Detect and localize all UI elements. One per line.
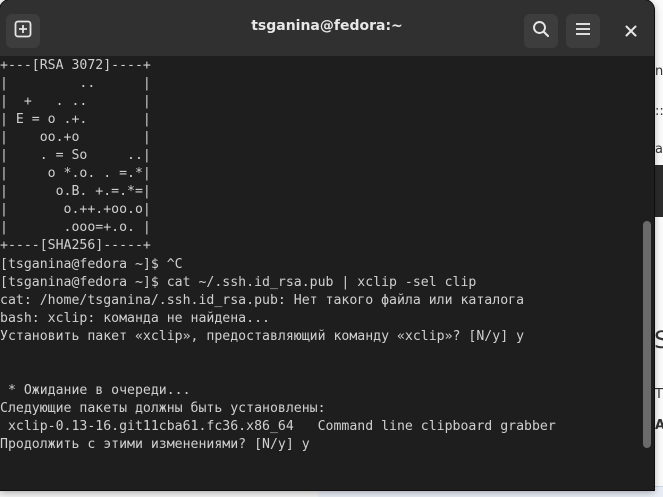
terminal-line: | . = So ..| xyxy=(0,148,151,164)
terminal-line: | oo.+o | xyxy=(0,130,151,146)
background-text-fragment: T xyxy=(655,387,663,402)
terminal-line: Установить пакет «xclip», предоставляющи… xyxy=(0,328,525,344)
terminal-line: Следующие пакеты должны быть установлены… xyxy=(0,400,326,416)
terminal-line: bash: xclip: команда не найдена... xyxy=(0,310,270,326)
terminal-line: | + . .. | xyxy=(0,94,151,110)
terminal-line: +---[RSA 3072]----+ xyxy=(0,58,151,73)
headerbar: tsganina@fedora:~ xyxy=(0,0,654,57)
terminal-line: [tsganina@fedora ~]$ ^C xyxy=(0,256,183,272)
terminal-scrollbar[interactable] xyxy=(640,56,654,490)
close-icon xyxy=(625,22,637,41)
scrollbar-thumb[interactable] xyxy=(643,221,651,448)
terminal-line: * Ожидание в очереди... xyxy=(0,382,191,398)
background-text-fragment: S xyxy=(654,326,663,354)
terminal-line: | o.B. +.=.*=| xyxy=(0,184,151,200)
terminal-output[interactable]: +---[RSA 3072]----+ | .. | | + . .. | | … xyxy=(0,56,640,490)
main-menu-button[interactable] xyxy=(566,14,600,48)
terminal-line: [tsganina@fedora ~]$ cat ~/.ssh.id_rsa.p… xyxy=(0,274,477,290)
background-text-fragment: :: xyxy=(655,104,663,119)
hamburger-menu-icon xyxy=(574,20,592,42)
background-text-fragment: az xyxy=(655,142,663,157)
close-button[interactable] xyxy=(614,14,648,48)
terminal-line: | E = o .+. | xyxy=(0,112,151,128)
terminal-line: | o *.o. . =.*| xyxy=(0,166,151,182)
search-icon xyxy=(532,20,550,42)
terminal-line: xclip-0.13-16.git11cba61.fc36.x86_64 Com… xyxy=(0,418,556,434)
search-button[interactable] xyxy=(524,14,558,48)
terminal-line: | o.++.+oo.o| xyxy=(0,202,151,218)
terminal-line: Продолжить с этими изменениями? [N/y] y xyxy=(0,436,310,452)
terminal-line: +----[SHA256]-----+ xyxy=(0,238,151,254)
terminal-line: cat: /home/tsganina/.ssh.id_rsa.pub: Нет… xyxy=(0,292,525,308)
background-text-fragment: nc xyxy=(655,64,663,79)
terminal-line: | .. | xyxy=(0,76,151,92)
background-dark-panel xyxy=(654,165,663,217)
terminal-line: | .ooo=+.o. | xyxy=(0,220,151,236)
terminal-window[interactable]: tsganina@fedora:~ +---[RSA 3072]----+ | … xyxy=(0,0,654,490)
background-text-fragment: A xyxy=(655,418,663,433)
